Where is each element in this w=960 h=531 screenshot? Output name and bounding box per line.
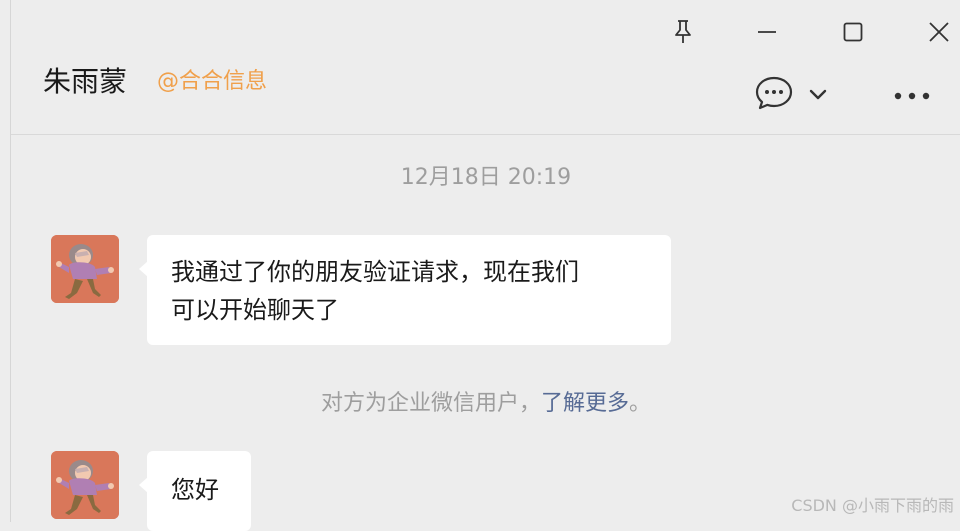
chat-bubble-icon xyxy=(754,75,794,115)
chat-window: 朱雨蒙 @合合信息 12月18日 20:19 我通过了你的朋友验证请求，现在我们… xyxy=(10,0,960,531)
chat-header: 朱雨蒙 @合合信息 xyxy=(11,0,960,135)
notice-text: 对方为企业微信用户， xyxy=(320,391,541,416)
org-tag[interactable]: @合合信息 xyxy=(157,66,267,98)
more-button[interactable] xyxy=(891,82,933,108)
system-notice: 对方为企业微信用户，了解更多。 xyxy=(11,388,960,420)
avatar[interactable] xyxy=(51,451,119,519)
close-button[interactable] xyxy=(917,14,960,50)
minimize-button[interactable] xyxy=(745,14,789,50)
message-line: 我通过了你的朋友验证请求，现在我们 xyxy=(171,258,579,286)
minimize-icon xyxy=(756,21,778,43)
close-icon xyxy=(928,21,950,43)
pin-button[interactable] xyxy=(661,14,705,50)
more-dots-icon xyxy=(893,86,931,105)
learn-more-link[interactable]: 了解更多 xyxy=(541,391,629,416)
message-line: 可以开始聊天了 xyxy=(171,296,339,324)
contact-name[interactable]: 朱雨蒙 xyxy=(43,62,127,102)
chat-menu-dropdown[interactable] xyxy=(805,82,831,108)
notice-suffix: 。 xyxy=(629,391,652,416)
pin-icon xyxy=(672,19,694,45)
message-bubble[interactable]: 您好 xyxy=(139,451,251,531)
maximize-icon xyxy=(842,21,864,43)
message-timestamp: 12月18日 20:19 xyxy=(400,165,572,190)
window-controls xyxy=(641,14,960,50)
chat-menu-button[interactable] xyxy=(753,74,795,116)
header-actions xyxy=(753,74,933,116)
message-line: 您好 xyxy=(171,476,219,504)
avatar[interactable] xyxy=(51,235,119,303)
maximize-button[interactable] xyxy=(831,14,875,50)
watermark: CSDN @小雨下雨的雨 xyxy=(791,496,954,515)
chevron-down-icon xyxy=(808,86,828,105)
message-bubble[interactable]: 我通过了你的朋友验证请求，现在我们 可以开始聊天了 xyxy=(139,235,671,345)
